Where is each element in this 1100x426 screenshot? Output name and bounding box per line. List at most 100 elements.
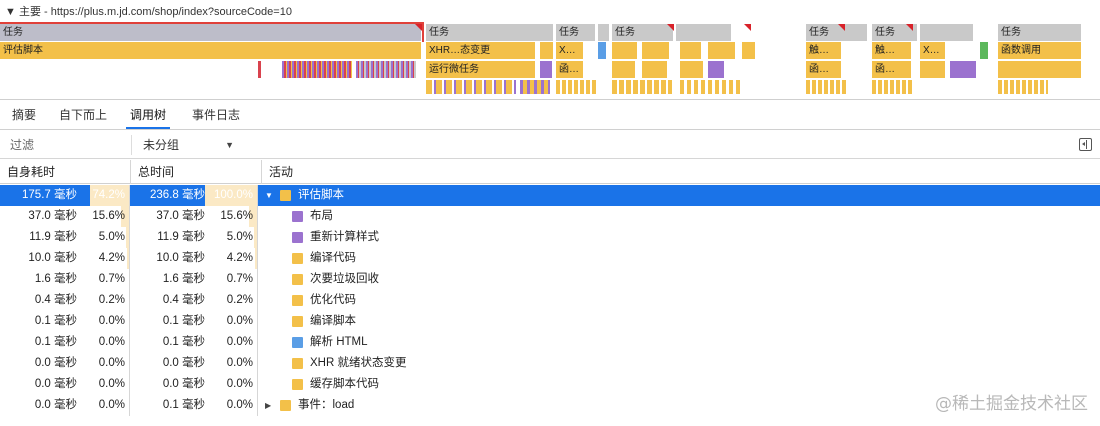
task-block[interactable]: 任务 [998, 24, 1082, 41]
grouping-dropdown[interactable]: 未分组 ▼ [143, 136, 238, 154]
activity-name: XHR 就绪状态变更 [310, 357, 407, 369]
table-row[interactable]: 0.0 毫秒 0.0% 0.0 毫秒 0.0% XHR 就绪状态变更 [0, 353, 1100, 374]
call-block[interactable] [540, 42, 554, 59]
activity-name: 布局 [310, 210, 333, 222]
activity-cell: 次要垃圾回收 [262, 269, 1092, 290]
activity-cell: ▼ 评估脚本 [262, 185, 1092, 206]
table-row[interactable]: 0.4 毫秒 0.2% 0.4 毫秒 0.2% 优化代码 [0, 290, 1100, 311]
self-time-cell: 0.0 毫秒 0.0% [0, 353, 130, 374]
call-block[interactable] [612, 42, 638, 59]
total-time-percent: 0.0% [226, 378, 253, 390]
self-time-value: 0.4 毫秒 [34, 294, 77, 306]
layout-block[interactable] [540, 61, 552, 78]
tab-event-log[interactable]: 事件日志 [188, 102, 244, 129]
function-block[interactable]: 函… [556, 61, 584, 78]
call-block[interactable] [680, 61, 704, 78]
total-time-cell: 0.4 毫秒 0.2% [131, 290, 258, 311]
self-time-percent: 0.0% [98, 378, 125, 390]
nested-blocks[interactable] [680, 80, 740, 94]
self-pct-bar [126, 227, 129, 248]
total-time-percent: 0.0% [226, 336, 253, 348]
touch-block[interactable]: 触… [806, 42, 842, 59]
total-time-cell: 0.1 毫秒 0.0% [131, 332, 258, 353]
call-block[interactable] [642, 61, 668, 78]
table-row[interactable]: 0.1 毫秒 0.0% 0.1 毫秒 0.0% 解析 HTML [0, 332, 1100, 353]
task-block[interactable] [676, 24, 732, 41]
total-time-cell: 37.0 毫秒 15.6% [131, 206, 258, 227]
grouping-value: 未分组 [143, 138, 180, 152]
nested-blocks[interactable] [556, 80, 596, 94]
table-row[interactable]: 1.6 毫秒 0.7% 1.6 毫秒 0.7% 次要垃圾回收 [0, 269, 1100, 290]
table-row[interactable]: 37.0 毫秒 15.6% 37.0 毫秒 15.6% 布局 [0, 206, 1100, 227]
nested-blocks[interactable] [612, 80, 672, 94]
run-microtask-block[interactable]: 运行微任务 [426, 61, 536, 78]
xhr-block[interactable]: X… [556, 42, 584, 59]
details-tabs: 摘要 自下而上 调用树 事件日志 [0, 102, 1100, 130]
call-block[interactable] [642, 42, 670, 59]
nested-blocks[interactable] [872, 80, 912, 94]
activity-cell: 优化代码 [262, 290, 1092, 311]
task-block[interactable]: 任务 [806, 24, 868, 41]
nested-blocks[interactable] [520, 80, 550, 94]
eval-script-block[interactable]: 评估脚本 [0, 42, 422, 59]
table-row[interactable]: 11.9 毫秒 5.0% 11.9 毫秒 5.0% 重新计算样式 [0, 227, 1100, 248]
column-header-activity[interactable]: 活动 [262, 160, 1100, 184]
total-time-cell: 11.9 毫秒 5.0% [131, 227, 258, 248]
call-block[interactable] [612, 61, 636, 78]
expand-down-icon[interactable]: ▼ [265, 185, 273, 206]
table-row[interactable]: 175.7 毫秒 74.2% 236.8 毫秒 100.0% ▼ 评估脚本 [0, 185, 1100, 206]
tab-bottom-up[interactable]: 自下而上 [55, 102, 111, 129]
filter-input[interactable] [4, 135, 132, 155]
category-color-swatch [292, 379, 303, 390]
task-block[interactable] [920, 24, 974, 41]
gc-block[interactable] [258, 61, 261, 78]
filter-toolbar: 未分组 ▼ [0, 131, 1100, 159]
activity-cell: XHR 就绪状态变更 [262, 353, 1092, 374]
category-color-swatch [292, 253, 303, 264]
self-time-cell: 0.1 毫秒 0.0% [0, 311, 130, 332]
xhr-block[interactable]: X… [920, 42, 946, 59]
sidebar-toggle-icon[interactable] [1079, 138, 1092, 151]
layout-block[interactable] [708, 61, 724, 78]
self-time-value: 37.0 毫秒 [28, 210, 77, 222]
call-block[interactable] [708, 42, 736, 59]
table-row[interactable]: 0.1 毫秒 0.0% 0.1 毫秒 0.0% 编译脚本 [0, 311, 1100, 332]
column-header-total-time[interactable]: 总时间 [131, 160, 262, 184]
layout-block[interactable] [950, 61, 976, 78]
task-block[interactable]: 任务 [556, 24, 596, 41]
touch-block[interactable]: 触… [872, 42, 912, 59]
call-block[interactable] [920, 61, 946, 78]
expand-right-icon[interactable]: ▶ [265, 395, 271, 416]
layout-blocks[interactable] [356, 61, 416, 78]
self-time-percent: 5.0% [98, 231, 125, 243]
tab-summary[interactable]: 摘要 [8, 102, 40, 129]
self-time-value: 0.1 毫秒 [34, 315, 77, 327]
self-time-cell: 0.0 毫秒 0.0% [0, 374, 130, 395]
flame-chart[interactable]: ▼ 主要 - https://plus.m.jd.com/shop/index?… [0, 0, 1100, 100]
long-task-marker [415, 24, 422, 31]
thread-label[interactable]: ▼ 主要 - https://plus.m.jd.com/shop/index?… [5, 4, 292, 20]
call-block[interactable] [998, 61, 1082, 78]
task-block[interactable] [598, 24, 610, 41]
column-header-self-time[interactable]: 自身耗时 [0, 160, 131, 184]
task-block[interactable]: 任务 [0, 24, 422, 41]
function-block[interactable]: 函… [872, 61, 912, 78]
layout-blocks[interactable] [282, 61, 352, 78]
total-time-value: 1.6 毫秒 [162, 273, 205, 285]
call-block[interactable] [742, 42, 756, 59]
task-block[interactable]: 任务 [612, 24, 674, 41]
task-block[interactable]: 任务 [426, 24, 554, 41]
call-block[interactable] [680, 42, 702, 59]
long-task-marker [744, 24, 751, 31]
parse-block[interactable] [598, 42, 606, 59]
function-call-block[interactable]: 函数调用 [998, 42, 1082, 59]
nested-blocks[interactable] [806, 80, 846, 94]
table-row[interactable]: 10.0 毫秒 4.2% 10.0 毫秒 4.2% 编译代码 [0, 248, 1100, 269]
tab-call-tree[interactable]: 调用树 [126, 102, 171, 129]
xhr-state-block[interactable]: XHR…态变更 [426, 42, 536, 59]
activity-cell: 解析 HTML [262, 332, 1092, 353]
function-block[interactable]: 函… [806, 61, 842, 78]
paint-block[interactable] [980, 42, 988, 59]
nested-blocks[interactable] [998, 80, 1048, 94]
nested-blocks[interactable] [426, 80, 516, 94]
